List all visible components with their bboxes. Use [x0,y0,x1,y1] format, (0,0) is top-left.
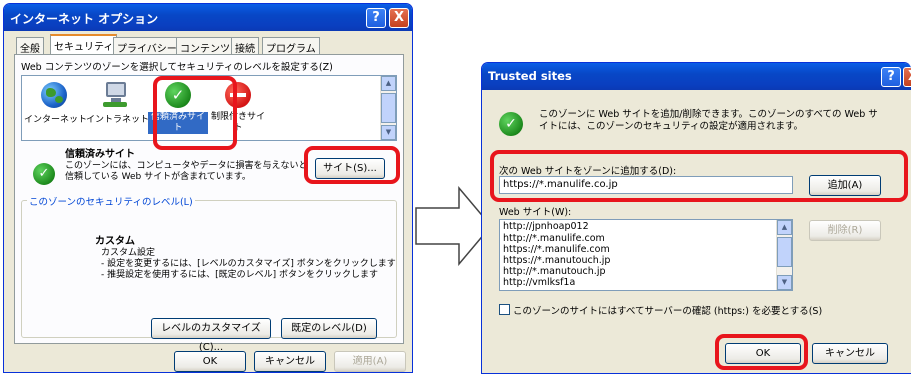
internet-options-dialog: インターネット オプション ? X 全般 セキュリティ プライバシー コンテンツ… [3,3,413,373]
zone-desc-line2: 信頼している Web サイトが含まれています。 [65,172,251,182]
list-item[interactable]: http://jpnhoap012 [500,220,792,233]
right-title: Trusted sites [488,69,572,83]
zone-internet[interactable]: インターネット [24,80,88,138]
left-titlebar: インターネット オプション ? X [4,4,412,31]
custom-bullet2: - 推奨設定を使用するには、[既定のレベル] ボタンをクリックします [101,270,378,280]
tab-security[interactable]: セキュリティ [50,34,118,55]
highlight-add-site [490,150,908,202]
network-computer-icon [103,82,129,108]
customize-level-button[interactable]: レベルのカスタマイズ(C)... [151,318,271,353]
highlight-sites-button [304,146,400,184]
tab-programs[interactable]: プログラム [262,37,320,55]
apply-button[interactable]: 適用(A) [334,351,406,372]
scroll-thumb[interactable] [381,93,396,123]
https-checkbox-label[interactable]: このゾーンのサイトにはすべてサーバーの確認 (https:) を必要とする(S) [513,303,822,317]
list-item[interactable]: https://*.manutouch.jp [500,255,792,266]
highlight-trusted-zone [153,76,237,150]
trusted-zone-icon: ✓ [33,163,55,185]
tab-general[interactable]: 全般 [16,37,44,55]
scroll-up-icon[interactable]: ▲ [777,220,792,235]
security-level-title: このゾーンのセキュリティのレベル(L) [27,194,195,208]
tab-privacy[interactable]: プライバシー [113,37,181,55]
list-item[interactable]: http://vmlksf1a [500,277,792,288]
zone-prompt: Web コンテンツのゾーンを選択してセキュリティのレベルを設定する(Z) [21,62,333,73]
https-checkbox[interactable] [499,304,510,315]
scroll-thumb[interactable] [777,237,792,267]
info-line2: イトには、このゾーンのセキュリティの設定が適用されます。 [539,121,804,132]
list-item[interactable]: https://*.manulife.com [500,244,792,255]
left-title: インターネット オプション [10,12,159,26]
zone-intranet-label: イントラネット [86,115,150,125]
scroll-up-icon[interactable]: ▲ [381,76,396,91]
scroll-down-icon[interactable]: ▼ [381,125,396,140]
help-button[interactable]: ? [881,67,901,87]
sites-list-label: Web サイト(W): [499,207,572,218]
tab-content[interactable]: コンテンツ [176,37,234,55]
right-titlebar: Trusted sites ? X [482,63,911,90]
zone-list-scrollbar[interactable]: ▲ ▼ [380,76,396,140]
ok-button[interactable]: OK [174,351,246,372]
cancel-button[interactable]: キャンセル [254,351,326,372]
trusted-zone-icon: ✓ [499,112,523,136]
default-level-button[interactable]: 既定のレベル(D) [281,318,377,339]
highlight-ok-button [715,334,808,370]
list-item[interactable]: http://*.manulife.com [500,233,792,244]
list-item[interactable]: http://*.manutouch.jp [500,266,792,277]
zone-internet-label: インターネット [24,115,88,125]
close-button[interactable]: X [903,67,911,87]
scroll-down-icon[interactable]: ▼ [777,275,792,290]
remove-button[interactable]: 削除(R) [809,220,881,241]
cancel-button[interactable]: キャンセル [812,343,888,364]
sites-list-scrollbar[interactable]: ▲ ▼ [776,220,792,290]
zone-intranet[interactable]: イントラネット [86,80,150,138]
globe-icon [41,82,67,108]
trusted-sites-dialog: Trusted sites ? X ✓ このゾーンに Web サイトを追加/削除… [481,62,911,374]
help-button[interactable]: ? [366,8,386,28]
tab-connections[interactable]: 接続 [231,37,259,55]
close-button[interactable]: X [389,8,409,28]
sites-list[interactable]: http://jpnhoap012 http://*.manulife.com … [499,219,793,291]
